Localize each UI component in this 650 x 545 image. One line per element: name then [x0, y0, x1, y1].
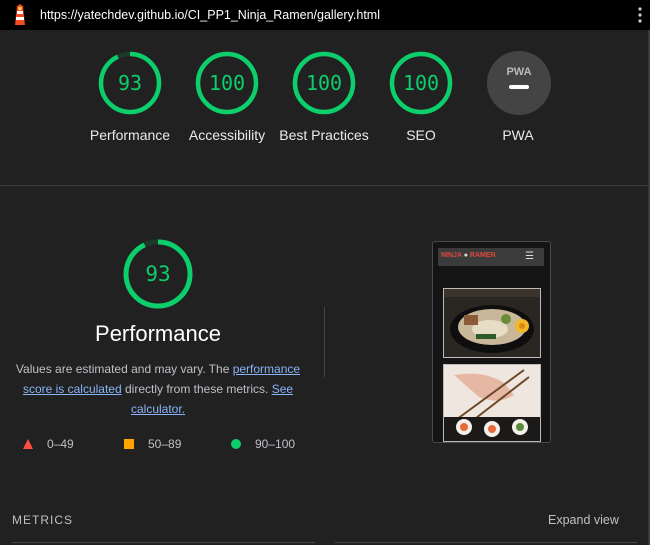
site-header: NINJA ● RAMEN ☰ — [438, 248, 544, 266]
performance-score: 93 — [145, 262, 171, 286]
hamburger-menu-icon: ☰ — [525, 251, 534, 262]
divider — [335, 542, 637, 543]
description-text: Values are estimated and may vary. The — [15, 362, 233, 376]
more-options-icon[interactable] — [634, 5, 646, 25]
ramen-bowl-image — [443, 288, 541, 358]
gauge-label: Best Practices — [279, 127, 369, 143]
gauge-label: PWA — [502, 127, 534, 143]
legend-range: 90–100 — [255, 437, 296, 451]
description-text: directly from these metrics. — [121, 382, 272, 396]
legend-range: 0–49 — [47, 437, 74, 451]
chopsticks-sushi-image — [443, 364, 541, 442]
score-value: 100 — [305, 71, 343, 95]
gauge-label: Accessibility — [188, 127, 266, 143]
score-value: 93 — [117, 71, 143, 95]
site-brand: NINJA ● RAMEN — [441, 252, 496, 259]
performance-title: Performance — [95, 321, 221, 346]
score-gauge: 100 — [194, 50, 260, 116]
score-gauge: 100 — [291, 50, 357, 116]
divider — [12, 542, 315, 543]
vertical-divider — [324, 307, 325, 377]
pwa-badge-text: PWA — [506, 66, 531, 78]
pwa-badge-icon: PWA — [487, 51, 551, 115]
section-divider — [0, 185, 648, 186]
gauge-label: Performance — [89, 127, 171, 143]
address-bar: https://yatechdev.github.io/CI_PP1_Ninja… — [0, 0, 650, 30]
performance-description: Values are estimated and may vary. The p… — [10, 359, 306, 419]
url-text[interactable]: https://yatechdev.github.io/CI_PP1_Ninja… — [40, 8, 380, 22]
gauge-label: SEO — [406, 127, 436, 143]
final-screenshot[interactable]: NINJA ● RAMEN ☰ — [432, 241, 551, 443]
score-value: 100 — [402, 71, 440, 95]
metrics-heading: METRICS — [12, 513, 73, 527]
square-icon — [124, 439, 134, 449]
legend-range: 50–89 — [148, 437, 182, 451]
lighthouse-logo-icon — [15, 4, 25, 25]
expand-view-button[interactable]: Expand view — [548, 513, 619, 527]
triangle-icon — [23, 439, 33, 449]
score-gauge: 100 — [388, 50, 454, 116]
performance-gauge: 93 — [122, 238, 194, 310]
circle-icon — [231, 439, 241, 449]
score-value: 100 — [208, 71, 246, 95]
score-gauge: 93 — [97, 50, 163, 116]
